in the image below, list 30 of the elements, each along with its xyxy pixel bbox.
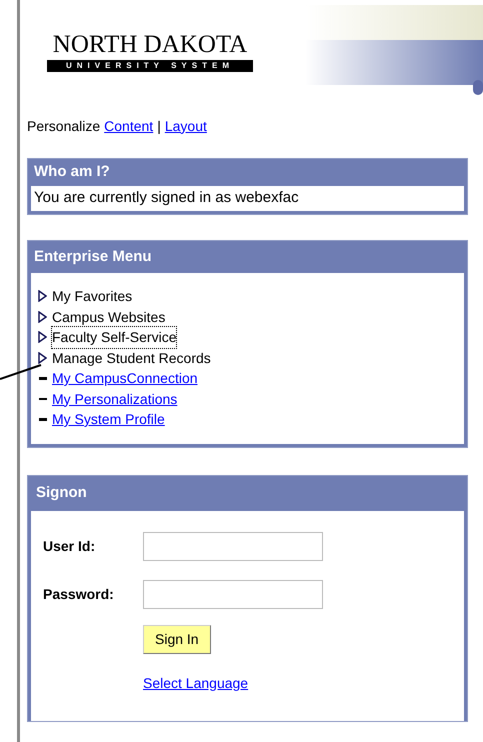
expand-triangle-icon [38, 310, 47, 323]
field-label: User Id: [43, 536, 96, 556]
signed-in-text: You are currently signed in as webexfac [31, 186, 464, 211]
dash-icon [38, 398, 46, 400]
menu-folder[interactable]: My Favorites [52, 286, 132, 306]
personalize-link[interactable]: Layout [164, 116, 207, 136]
expand-triangle-icon [38, 352, 47, 364]
select-language-link[interactable]: Select Language [143, 672, 248, 694]
dash-icon [38, 418, 46, 420]
menu-folder[interactable]: Faculty Self-Service [52, 327, 176, 348]
menu-link[interactable]: My Personalizations [52, 388, 178, 409]
leader-line [0, 364, 42, 380]
personalize-link[interactable]: Content [104, 116, 154, 136]
panel-title: Enterprise Menu [33, 246, 153, 267]
input-field[interactable] [143, 580, 323, 608]
menu-folder[interactable]: Campus Websites [52, 306, 166, 327]
logo: NORTH DAKOTA UNIVERSITY SYSTEM [47, 30, 253, 72]
expand-triangle-icon [38, 331, 47, 344]
input-field[interactable] [143, 532, 323, 560]
menu-link[interactable]: My System Profile [52, 409, 165, 430]
expand-triangle-icon [38, 290, 47, 302]
panel-title: Signon [35, 482, 88, 503]
field-label: Password: [43, 584, 115, 604]
separator: | [157, 116, 161, 136]
menu-link[interactable]: My CampusConnection [52, 368, 198, 388]
dash-icon [38, 377, 46, 380]
personalize-label: Personalize [27, 116, 100, 136]
sign-in-button[interactable]: Sign In [143, 624, 211, 654]
panel-title: Who am I? [33, 162, 111, 182]
menu-folder[interactable]: Manage Student Records [52, 348, 211, 368]
